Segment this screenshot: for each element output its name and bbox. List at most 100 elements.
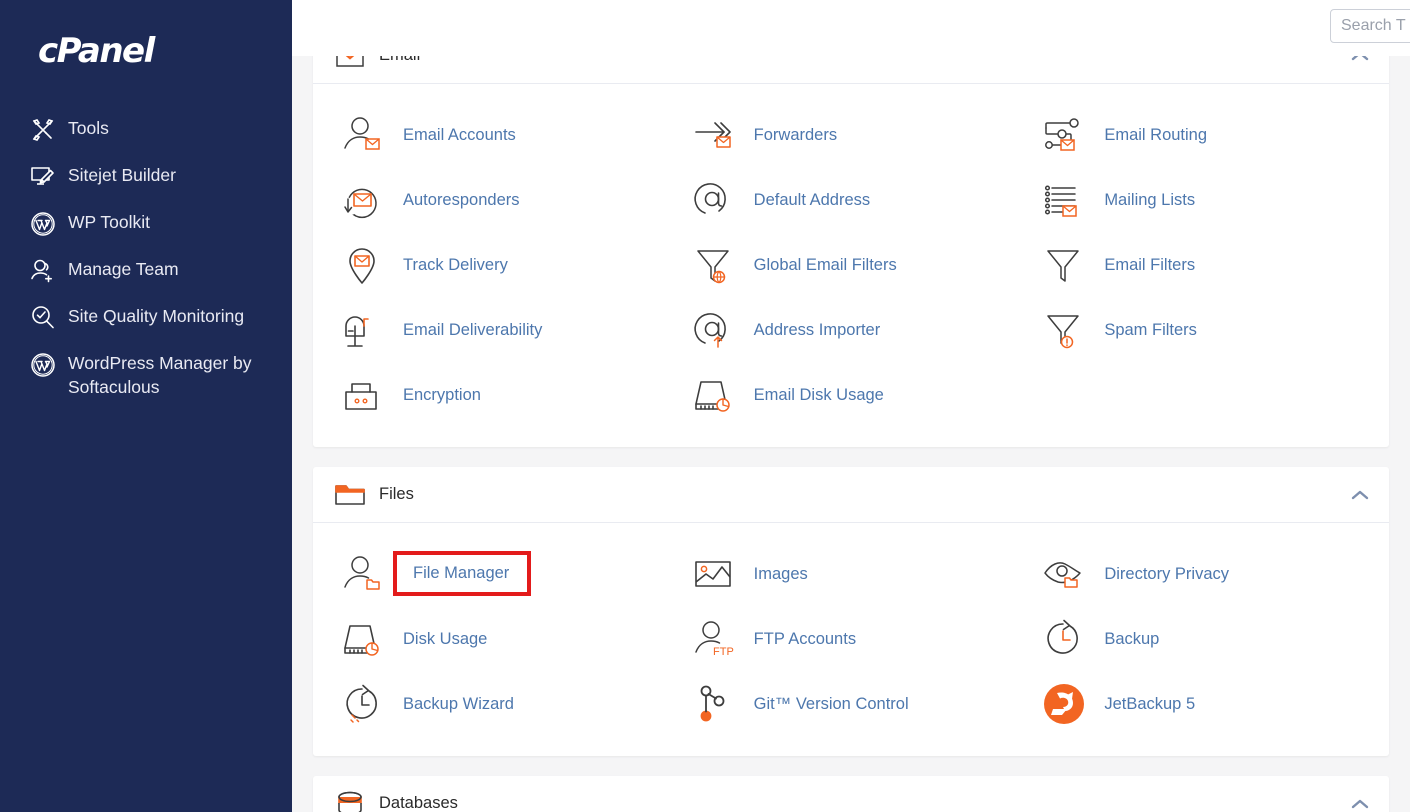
section-header-files[interactable]: Files: [313, 467, 1389, 523]
sidebar-item-wp-toolkit[interactable]: WP Toolkit: [0, 200, 292, 247]
jetbackup-icon: [1036, 681, 1092, 727]
sidebar-item-manage-team[interactable]: Manage Team: [0, 247, 292, 294]
file-manager-highlight-box: File Manager: [393, 551, 531, 596]
ftp-accounts-icon: FTP: [686, 616, 742, 662]
file-manager-icon: [335, 551, 391, 597]
tile-spam-filters[interactable]: Spam Filters: [1026, 297, 1377, 362]
email-filters-icon: [1036, 242, 1092, 288]
email-disk-usage-icon: [686, 372, 742, 418]
chevron-up-icon[interactable]: [1349, 56, 1371, 63]
tile-git-version-control[interactable]: Git™ Version Control: [676, 671, 1027, 736]
email-accounts-icon: [335, 112, 391, 158]
tile-email-deliverability[interactable]: Email Deliverability: [325, 297, 676, 362]
tile-email-routing[interactable]: Email Routing: [1026, 102, 1377, 167]
address-importer-icon: [686, 307, 742, 353]
tile-label: Backup Wizard: [391, 694, 514, 714]
tile-backup-wizard[interactable]: Backup Wizard: [325, 671, 676, 736]
tile-label: Disk Usage: [391, 629, 487, 649]
tile-label: Email Routing: [1092, 125, 1207, 145]
sidebar-nav: Tools Sitejet Builder: [0, 106, 292, 409]
sidebar-item-site-quality-monitoring[interactable]: Site Quality Monitoring: [0, 294, 292, 341]
sidebar-item-label: WP Toolkit: [64, 210, 150, 234]
brand-logo-text: cPanel: [38, 31, 154, 71]
backup-icon: [1036, 616, 1092, 662]
tile-jetbackup-5[interactable]: JetBackup 5: [1026, 671, 1377, 736]
sitejet-builder-icon: [30, 164, 64, 190]
manage-team-icon: [30, 258, 64, 284]
autoresponders-icon: [335, 177, 391, 223]
tile-images[interactable]: Images: [676, 541, 1027, 606]
forwarders-icon: [686, 112, 742, 158]
git-version-control-icon: [686, 681, 742, 727]
tile-label: Forwarders: [742, 125, 837, 145]
tile-label: Email Filters: [1092, 255, 1195, 275]
tile-email-disk-usage[interactable]: Email Disk Usage: [676, 362, 1027, 427]
chevron-up-icon[interactable]: [1349, 488, 1371, 502]
tile-label: Directory Privacy: [1092, 564, 1229, 584]
sidebar: cPanel Tools: [0, 0, 292, 812]
sidebar-item-wordpress-manager[interactable]: WordPress Manager by Softaculous: [0, 341, 292, 409]
sidebar-item-label: Sitejet Builder: [64, 163, 176, 187]
tile-backup[interactable]: Backup: [1026, 606, 1377, 671]
section-card-files: Files: [313, 467, 1389, 756]
tile-email-filters[interactable]: Email Filters: [1026, 232, 1377, 297]
tile-forwarders[interactable]: Forwarders: [676, 102, 1027, 167]
encryption-icon: [335, 372, 391, 418]
topbar: [292, 0, 1410, 56]
sidebar-item-label: Tools: [64, 116, 109, 140]
tile-mailing-lists[interactable]: Mailing Lists: [1026, 167, 1377, 232]
brand-logo[interactable]: cPanel: [0, 18, 292, 84]
svg-text:FTP: FTP: [713, 646, 734, 658]
tile-label: Git™ Version Control: [742, 694, 909, 714]
sidebar-item-label: Manage Team: [64, 257, 179, 281]
tile-label: Spam Filters: [1092, 320, 1197, 340]
tile-label: Mailing Lists: [1092, 190, 1195, 210]
sidebar-item-label: WordPress Manager by Softaculous: [64, 351, 264, 399]
backup-wizard-icon: [335, 681, 391, 727]
section-header-email[interactable]: Email: [313, 56, 1389, 84]
sections-scroll-area[interactable]: Email: [292, 56, 1410, 812]
databases-section-icon: [333, 789, 367, 812]
section-header-databases[interactable]: Databases: [313, 776, 1389, 812]
cpanel-app: cPanel Tools: [0, 0, 1410, 812]
tile-directory-privacy[interactable]: Directory Privacy: [1026, 541, 1377, 606]
tile-label: Email Deliverability: [391, 320, 542, 340]
tools-icon: [30, 117, 64, 143]
site-quality-monitoring-icon: [30, 305, 64, 331]
tile-label: Global Email Filters: [742, 255, 897, 275]
tile-address-importer[interactable]: Address Importer: [676, 297, 1027, 362]
images-icon: [686, 551, 742, 597]
tile-track-delivery[interactable]: Track Delivery: [325, 232, 676, 297]
tile-label: Images: [742, 564, 808, 584]
sidebar-item-sitejet-builder[interactable]: Sitejet Builder: [0, 153, 292, 200]
mailing-lists-icon: [1036, 177, 1092, 223]
chevron-up-icon[interactable]: [1349, 797, 1371, 811]
email-section-icon: [333, 56, 367, 71]
tile-ftp-accounts[interactable]: FTP FTP Accounts: [676, 606, 1027, 671]
tile-default-address[interactable]: Default Address: [676, 167, 1027, 232]
tile-label: JetBackup 5: [1092, 694, 1195, 714]
tile-disk-usage[interactable]: Disk Usage: [325, 606, 676, 671]
tile-global-email-filters[interactable]: Global Email Filters: [676, 232, 1027, 297]
default-address-icon: [686, 177, 742, 223]
tile-email-accounts[interactable]: Email Accounts: [325, 102, 676, 167]
section-title: Email: [379, 56, 420, 65]
tile-label: Backup: [1092, 629, 1159, 649]
wordpress-icon: [30, 352, 64, 378]
tile-file-manager[interactable]: File Manager: [325, 541, 676, 606]
sidebar-item-label: Site Quality Monitoring: [64, 304, 244, 328]
search-input[interactable]: [1330, 9, 1410, 43]
tile-label: Track Delivery: [391, 255, 508, 275]
section-body-files: File Manager Images: [313, 523, 1389, 756]
sidebar-item-tools[interactable]: Tools: [0, 106, 292, 153]
tile-label: File Manager: [413, 564, 509, 582]
tile-label: Email Accounts: [391, 125, 516, 145]
tile-label: Autoresponders: [391, 190, 520, 210]
search-wrap: [1330, 9, 1410, 43]
tile-autoresponders[interactable]: Autoresponders: [325, 167, 676, 232]
section-card-databases: Databases: [313, 776, 1389, 812]
section-body-email: Email Accounts Forwarder: [313, 84, 1389, 447]
files-section-icon: [333, 480, 367, 510]
email-routing-icon: [1036, 112, 1092, 158]
tile-encryption[interactable]: Encryption: [325, 362, 676, 427]
